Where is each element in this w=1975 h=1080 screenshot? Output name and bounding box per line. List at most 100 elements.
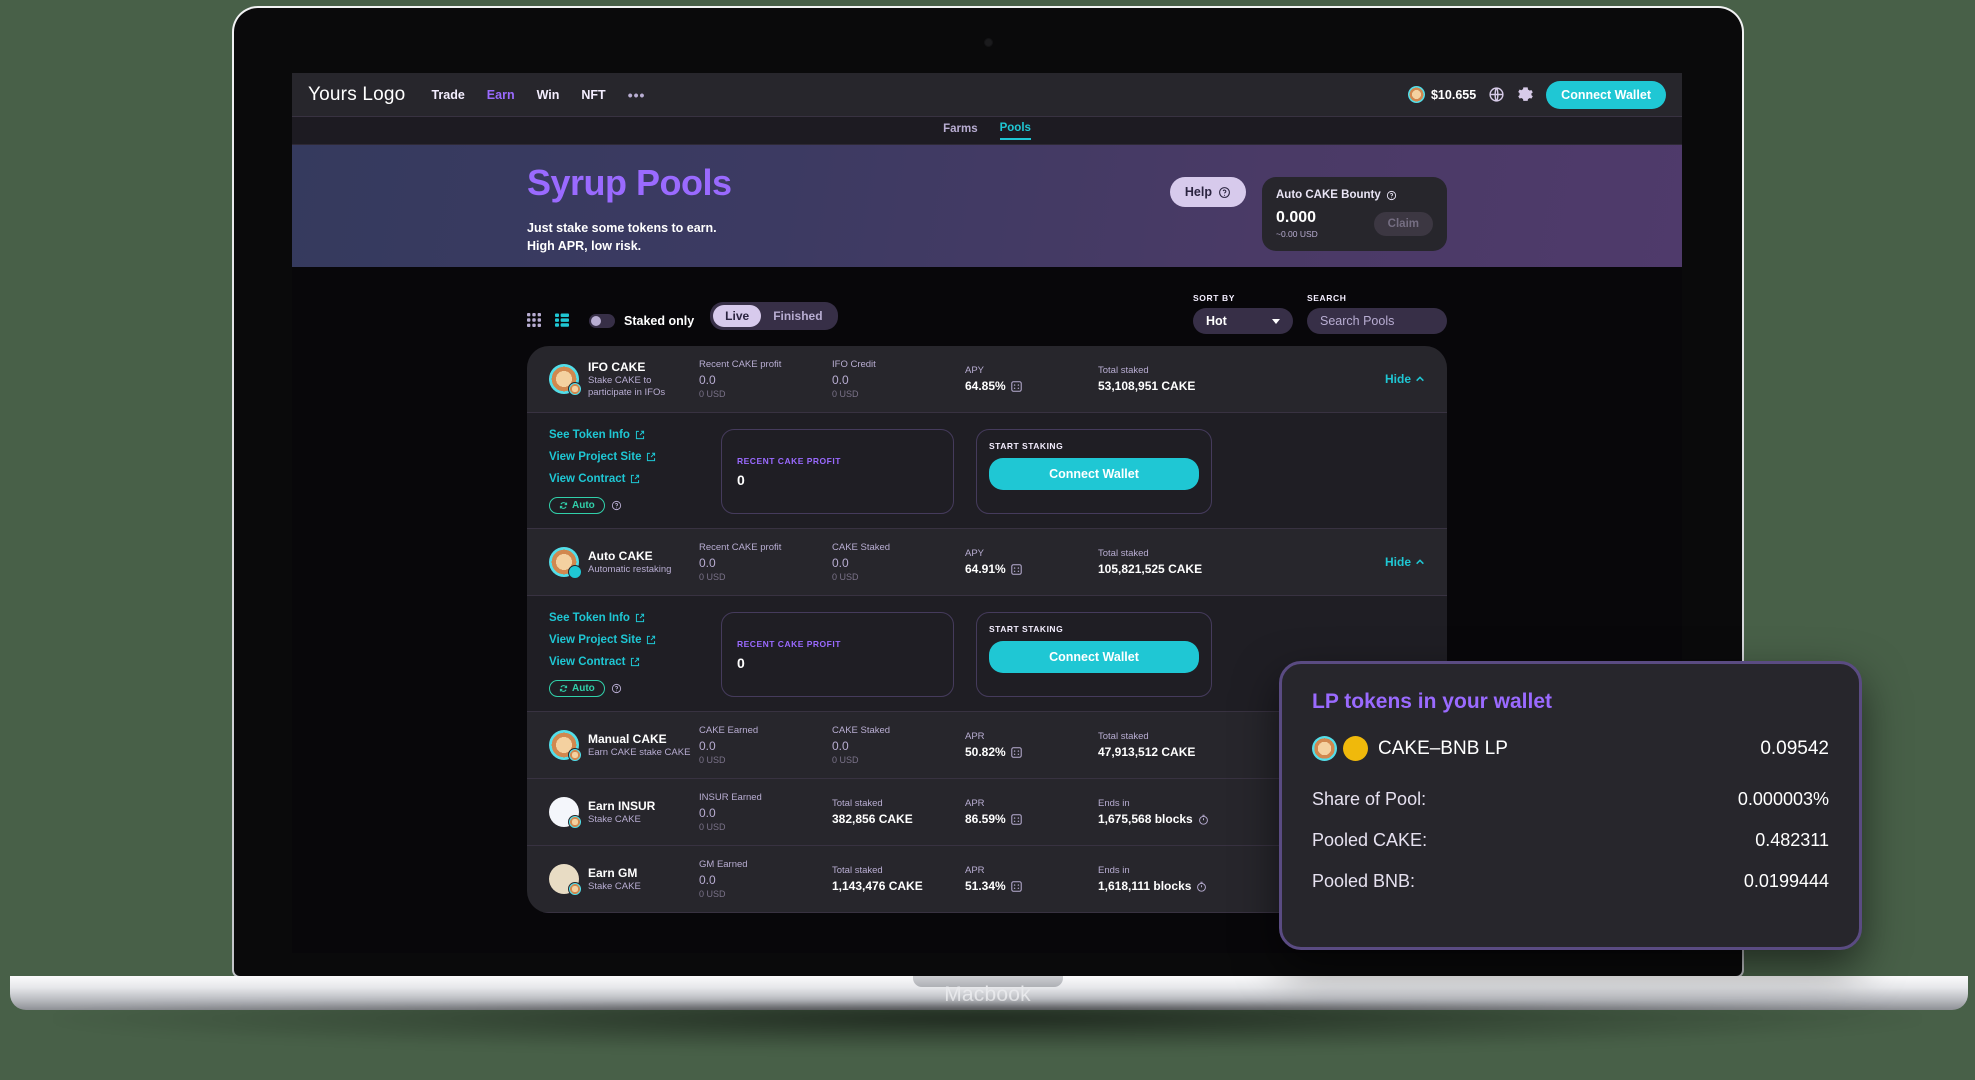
link-label: See Token Info — [549, 612, 630, 624]
col-value: 0.0 — [699, 556, 716, 570]
ends-in-value: 1,675,568 blocks — [1098, 812, 1193, 826]
pools-toolbar: Staked only Live Finished SORT BY Hot SE… — [527, 267, 1447, 346]
question-circle-icon[interactable] — [611, 683, 622, 694]
col-usd: 0 USD — [699, 755, 726, 765]
col-usd: 0 USD — [699, 822, 726, 832]
table-row[interactable]: IFO CAKE Stake CAKE to participate in IF… — [527, 346, 1447, 413]
col-usd: 0 USD — [699, 389, 726, 399]
segment-live[interactable]: Live — [713, 305, 762, 327]
list-view-icon[interactable] — [555, 313, 569, 327]
calculator-icon[interactable] — [1010, 563, 1022, 575]
col-label: APR — [965, 731, 985, 742]
cake-token-icon — [568, 382, 582, 396]
hide-toggle-label: Hide — [1384, 555, 1411, 569]
table-row[interactable]: Auto CAKE Automatic restaking Recent CAK… — [527, 529, 1447, 596]
auto-badge: Auto — [549, 497, 605, 514]
grid-view-icon[interactable] — [527, 313, 541, 327]
question-circle-icon[interactable] — [611, 500, 622, 511]
nav-link-trade[interactable]: Trade — [431, 88, 464, 102]
timer-icon[interactable] — [1198, 814, 1209, 825]
connect-wallet-button[interactable]: Connect Wallet — [989, 458, 1199, 490]
pool-col-ends-in: Ends in 1,675,568 blocks — [1098, 798, 1273, 826]
pool-col-recent-profit: Recent CAKE profit 0.0 0 USD — [699, 359, 832, 399]
see-token-info-link[interactable]: See Token Info — [549, 429, 699, 441]
pool-identity: Earn GM Stake CAKE — [549, 864, 699, 896]
col-label: APR — [965, 865, 985, 876]
apr-value: 51.34% — [965, 879, 1006, 893]
hide-toggle-button[interactable]: Hide — [1385, 555, 1425, 569]
lp-row-value: 0.482311 — [1755, 830, 1829, 850]
recent-profit-box: RECENT CAKE PROFIT 0 — [721, 612, 954, 697]
recent-profit-label: RECENT CAKE PROFIT — [737, 638, 841, 649]
view-contract-link[interactable]: View Contract — [549, 656, 699, 668]
connect-wallet-button[interactable]: Connect Wallet — [1546, 80, 1666, 109]
staked-only-toggle-wrap: Staked only — [589, 314, 694, 334]
nav-link-nft[interactable]: NFT — [581, 88, 605, 102]
cake-token-icon — [1312, 736, 1337, 761]
col-usd: 0 USD — [832, 755, 859, 765]
see-token-info-link[interactable]: See Token Info — [549, 612, 699, 624]
recent-profit-box: RECENT CAKE PROFIT 0 — [721, 429, 954, 514]
bnb-token-icon — [1343, 736, 1368, 761]
pool-desc-line2: participate in IFOs — [588, 386, 666, 398]
pool-col-apy: APY 64.91% — [965, 548, 1098, 576]
nav-more-icon[interactable]: ••• — [628, 87, 646, 103]
col-label: Total staked — [1098, 548, 1149, 559]
pool-identity: Auto CAKE Automatic restaking — [549, 547, 699, 579]
view-contract-link[interactable]: View Contract — [549, 473, 699, 485]
pool-col-total-staked: Total staked 382,856 CAKE — [832, 798, 965, 826]
chevron-up-icon — [1416, 376, 1424, 382]
timer-icon[interactable] — [1196, 881, 1207, 892]
col-label: Total staked — [1098, 731, 1149, 742]
col-label: Recent CAKE profit — [699, 542, 782, 553]
pool-name: Earn GM — [588, 865, 638, 880]
lp-row-value: 0.000003% — [1737, 789, 1829, 809]
claim-bounty-button[interactable]: Claim — [1373, 211, 1433, 236]
gear-icon[interactable] — [1517, 86, 1534, 103]
staked-only-switch[interactable] — [589, 314, 615, 328]
globe-icon[interactable] — [1488, 86, 1505, 103]
pool-desc-line1: Stake CAKE to — [588, 374, 652, 386]
help-button[interactable]: Help — [1169, 177, 1246, 207]
calculator-icon[interactable] — [1010, 746, 1022, 758]
pool-identity: Manual CAKE Earn CAKE stake CAKE — [549, 730, 699, 762]
segment-finished[interactable]: Finished — [761, 305, 834, 327]
view-project-site-link[interactable]: View Project Site — [549, 634, 699, 646]
col-label: CAKE Staked — [832, 725, 891, 736]
page-title: Syrup Pools — [527, 162, 732, 203]
external-link-icon — [647, 452, 656, 462]
lp-pair-value: 0.09542 — [1760, 737, 1829, 759]
nav-link-earn[interactable]: Earn — [487, 88, 515, 102]
start-staking-label: START STAKING — [989, 441, 1064, 451]
col-usd: 0 USD — [832, 389, 859, 399]
sort-by-select[interactable]: Hot — [1193, 308, 1293, 334]
list-item: Pooled CAKE: 0.482311 — [1312, 830, 1829, 851]
nav-link-win[interactable]: Win — [537, 88, 560, 102]
cake-token-icon — [568, 815, 582, 829]
search-input[interactable]: Search Pools — [1307, 308, 1447, 334]
pool-expanded-panel: See Token Info View Project Site View Co… — [527, 413, 1447, 529]
tab-pools[interactable]: Pools — [999, 122, 1031, 140]
search-label: SEARCH — [1307, 293, 1347, 303]
hide-toggle-button[interactable]: Hide — [1385, 372, 1425, 386]
live-finished-segmented-control: Live Finished — [710, 302, 838, 330]
question-circle-icon[interactable] — [1386, 190, 1397, 201]
calculator-icon[interactable] — [1010, 380, 1022, 392]
calculator-icon[interactable] — [1010, 813, 1022, 825]
link-label: View Contract — [549, 656, 626, 668]
external-link-icon — [635, 430, 645, 440]
pool-col-ifo-credit: IFO Credit 0.0 0 USD — [832, 359, 965, 399]
col-value: 53,108,951 CAKE — [1098, 379, 1196, 393]
calculator-icon[interactable] — [1010, 880, 1022, 892]
col-value: 0.0 — [699, 806, 716, 820]
tab-farms[interactable]: Farms — [943, 123, 978, 139]
cake-price-display[interactable]: $10.655 — [1407, 86, 1476, 103]
brand-logo[interactable]: Yours Logo — [308, 84, 405, 106]
pool-name: Earn INSUR — [588, 798, 656, 813]
connect-wallet-button[interactable]: Connect Wallet — [989, 641, 1199, 673]
col-label: Total staked — [832, 798, 883, 809]
col-label: CAKE Earned — [699, 725, 759, 736]
view-project-site-link[interactable]: View Project Site — [549, 451, 699, 463]
cake-token-icon — [1407, 86, 1425, 103]
cake-token-icon — [568, 882, 582, 896]
